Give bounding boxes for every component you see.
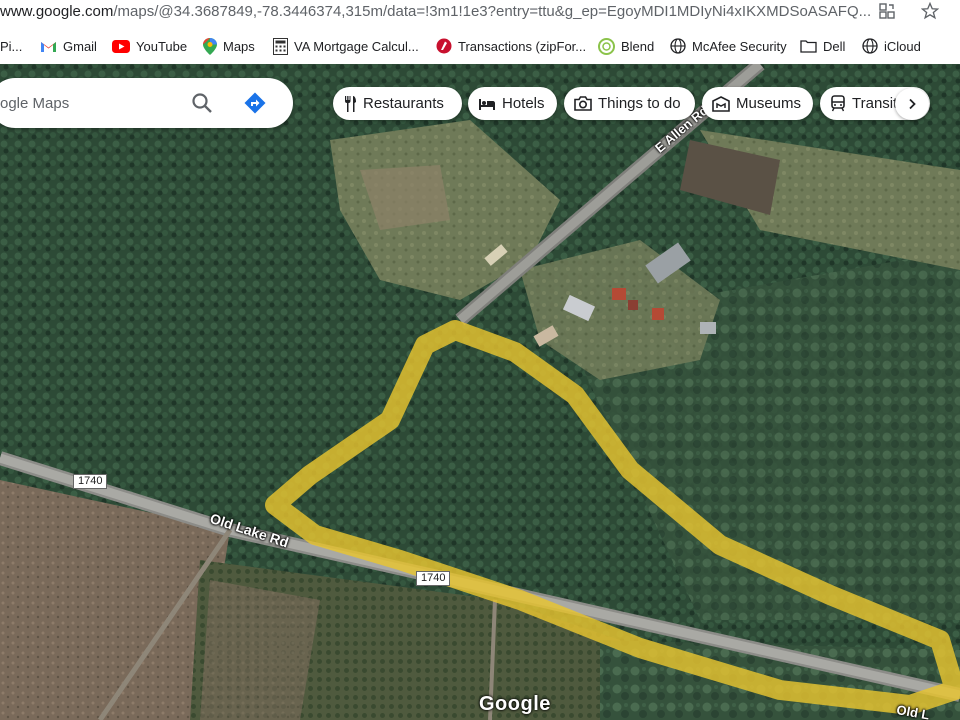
chip-hotels[interactable]: Hotels bbox=[468, 87, 557, 120]
museum-icon bbox=[712, 95, 730, 112]
bookmark-label: McAfee Security bbox=[692, 38, 787, 54]
bookmark-dell[interactable]: Dell bbox=[800, 36, 845, 56]
globe-icon bbox=[670, 38, 686, 54]
chevron-right-icon bbox=[909, 98, 916, 110]
search-box[interactable] bbox=[0, 78, 293, 128]
zipforms-icon bbox=[436, 38, 452, 54]
bookmark-label: Maps bbox=[223, 38, 255, 54]
gmail-icon bbox=[41, 41, 56, 52]
satellite-imagery bbox=[0, 64, 960, 720]
extensions-icon[interactable] bbox=[875, 0, 899, 22]
bookmark-label: Transactions (zipFor... bbox=[458, 38, 587, 54]
address-bar[interactable]: www.google.com/maps/@34.3687849,-78.3446… bbox=[0, 0, 960, 22]
maps-icon bbox=[203, 37, 217, 55]
chips-scroll-right-button[interactable] bbox=[895, 88, 929, 120]
bookmark-youtube[interactable]: YouTube bbox=[112, 36, 187, 56]
search-input[interactable] bbox=[0, 78, 170, 128]
bookmark-label: Gmail bbox=[63, 38, 97, 54]
calculator-icon bbox=[273, 37, 288, 55]
bookmark-transactions[interactable]: Transactions (zipFor... bbox=[436, 36, 586, 56]
chip-museums[interactable]: Museums bbox=[702, 87, 813, 120]
bookmark-va-mortgage[interactable]: VA Mortgage Calcul... bbox=[273, 36, 419, 56]
url-host: www.google.com bbox=[0, 2, 114, 20]
bookmark-icloud[interactable]: iCloud bbox=[862, 36, 921, 56]
google-logo: Google bbox=[479, 693, 551, 715]
chip-label: Restaurants bbox=[363, 95, 444, 112]
chip-restaurants[interactable]: Restaurants bbox=[333, 87, 462, 120]
route-shield: 1740 bbox=[416, 571, 451, 586]
youtube-icon bbox=[112, 39, 130, 53]
camera-icon bbox=[574, 96, 592, 111]
bookmark-label: Pi... bbox=[0, 38, 23, 54]
train-icon bbox=[831, 95, 845, 112]
directions-icon[interactable] bbox=[243, 91, 267, 115]
route-shield: 1740 bbox=[73, 474, 108, 489]
bookmark-label: iCloud bbox=[884, 38, 921, 54]
chip-label: Museums bbox=[736, 95, 802, 112]
globe-icon bbox=[862, 38, 878, 54]
bookmark-label: VA Mortgage Calcul... bbox=[294, 38, 419, 54]
url-text[interactable]: www.google.com/maps/@34.3687849,-78.3446… bbox=[0, 3, 870, 20]
fork-knife-icon bbox=[345, 95, 356, 112]
favorite-star-icon[interactable] bbox=[918, 0, 942, 22]
bookmark-label: YouTube bbox=[136, 38, 188, 54]
chip-label: Things to do bbox=[598, 95, 681, 112]
chip-label: Transit bbox=[852, 95, 898, 112]
bed-icon bbox=[479, 98, 495, 110]
bookmark-maps[interactable]: Maps bbox=[203, 36, 255, 56]
bookmarks-bar: Pi... Gmail YouTube Maps VA Mortgage Cal… bbox=[0, 31, 960, 59]
url-path: /maps/@34.3687849,-78.3446374,315m/data=… bbox=[113, 2, 870, 20]
chip-label: Hotels bbox=[502, 95, 545, 112]
blend-icon bbox=[598, 37, 615, 55]
bookmark-mcafee[interactable]: McAfee Security bbox=[670, 36, 787, 56]
search-icon[interactable] bbox=[190, 91, 214, 115]
bookmark-label: Dell bbox=[823, 38, 846, 54]
bookmark-gmail[interactable]: Gmail bbox=[40, 36, 97, 56]
bookmark-item[interactable]: Pi... bbox=[0, 36, 22, 56]
bookmark-blend[interactable]: Blend bbox=[598, 36, 654, 56]
chip-things-to-do[interactable]: Things to do bbox=[564, 87, 695, 120]
satellite-map[interactable]: Old Lake Rd E Allen Rd Old L 1740 1740 bbox=[0, 64, 960, 720]
bookmark-label: Blend bbox=[621, 38, 655, 54]
folder-icon bbox=[800, 40, 817, 53]
